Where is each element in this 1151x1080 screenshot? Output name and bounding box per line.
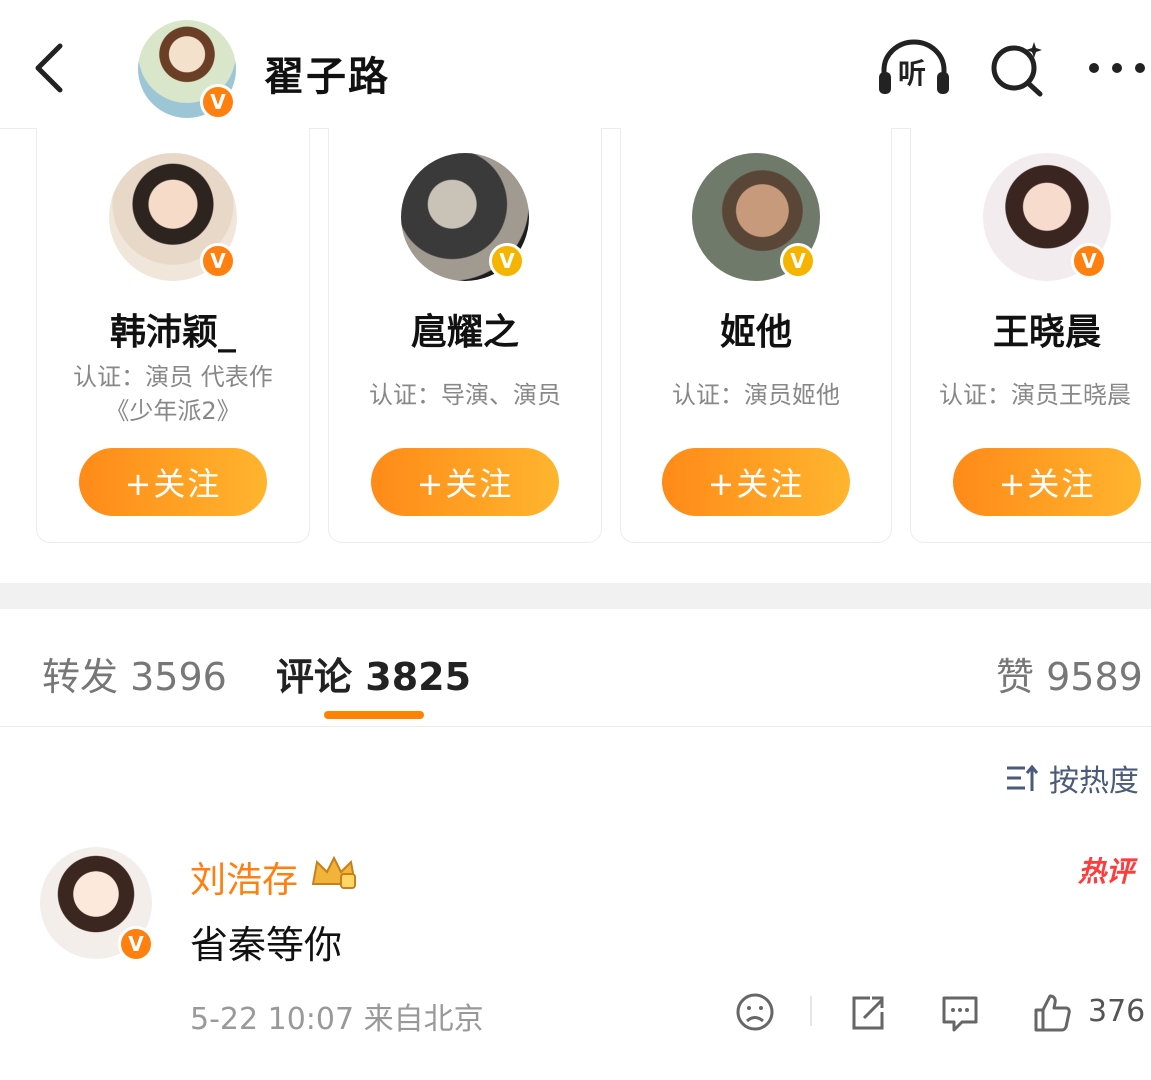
sort-button[interactable]: 按热度	[1005, 756, 1139, 800]
card-name[interactable]: 韩沛颖_	[37, 303, 309, 355]
tab-repost-label: 转发	[42, 655, 119, 699]
tab-comment[interactable]: 评论 3825	[276, 646, 471, 701]
comment-text: 省秦等你	[190, 923, 343, 967]
active-tab-indicator	[324, 711, 424, 719]
verified-badge-icon: V	[200, 243, 236, 279]
search-icon[interactable]	[988, 38, 1048, 98]
follow-button[interactable]: +关注	[79, 448, 267, 516]
card-desc: 认证：演员姬他	[672, 381, 840, 409]
section-divider	[0, 583, 1151, 609]
crown-icon	[311, 855, 357, 889]
comment-time: 5-22 10:07	[190, 1002, 355, 1037]
card-desc: 认证：演员王晓晨	[939, 381, 1131, 409]
tab-like[interactable]: 赞 9589	[996, 646, 1143, 701]
back-icon[interactable]	[30, 38, 70, 98]
verified-badge-icon: V	[780, 243, 816, 279]
comment-author[interactable]: 刘浩存	[190, 851, 298, 903]
listen-label: 听	[898, 57, 927, 90]
recommend-card[interactable]: V 姬他 认证：演员姬他 +关注	[620, 128, 892, 543]
sort-icon	[1007, 764, 1039, 791]
like-count: 376	[1088, 994, 1146, 1029]
like-icon[interactable]	[1032, 990, 1072, 1034]
tab-like-count: 9589	[1046, 655, 1143, 699]
follow-button[interactable]: +关注	[371, 448, 559, 516]
follow-button[interactable]: +关注	[662, 448, 850, 516]
dislike-face-icon[interactable]	[735, 990, 775, 1034]
recommend-card[interactable]: V 扈耀之 认证：导演、演员 +关注	[328, 128, 602, 543]
card-desc: 认证：导演、演员	[369, 381, 561, 409]
tab-repost[interactable]: 转发 3596	[42, 646, 227, 701]
sort-label: 按热度	[1049, 764, 1139, 799]
hot-comment-badge: 热评	[1078, 855, 1135, 888]
comment-meta: 5-22 10:07 来自北京	[190, 994, 484, 1038]
verified-badge-icon: V	[200, 84, 236, 120]
card-desc-line2: 《少年派2》	[105, 397, 241, 425]
tab-comment-label: 评论	[276, 655, 353, 699]
action-divider	[810, 996, 812, 1026]
more-icon[interactable]	[1086, 38, 1148, 98]
follow-button[interactable]: +关注	[953, 448, 1141, 516]
comment-source: 来自北京	[363, 1002, 484, 1037]
tab-repost-count: 3596	[130, 655, 227, 699]
verified-badge-icon: V	[489, 243, 525, 279]
card-name[interactable]: 扈耀之	[329, 303, 601, 355]
recommend-card[interactable]: V 韩沛颖_ 认证：演员 代表作 《少年派2》 +关注	[36, 128, 310, 543]
top-bar: V 翟子路 听	[0, 0, 1151, 129]
recommend-card[interactable]: V 王晓晨 认证：演员王晓晨 +关注	[910, 128, 1151, 543]
listen-button[interactable]: 听	[876, 38, 952, 98]
verified-badge-icon: V	[118, 926, 154, 962]
share-icon[interactable]	[848, 990, 888, 1034]
tab-comment-count: 3825	[365, 655, 472, 699]
tab-like-label: 赞	[996, 655, 1035, 699]
card-name[interactable]: 王晓晨	[911, 303, 1151, 355]
page-title: 翟子路	[264, 54, 390, 100]
verified-badge-icon: V	[1071, 243, 1107, 279]
tab-divider	[0, 726, 1151, 727]
card-name[interactable]: 姬他	[621, 303, 891, 355]
card-desc: 认证：演员 代表作	[73, 363, 273, 391]
comment-icon[interactable]	[940, 990, 980, 1034]
